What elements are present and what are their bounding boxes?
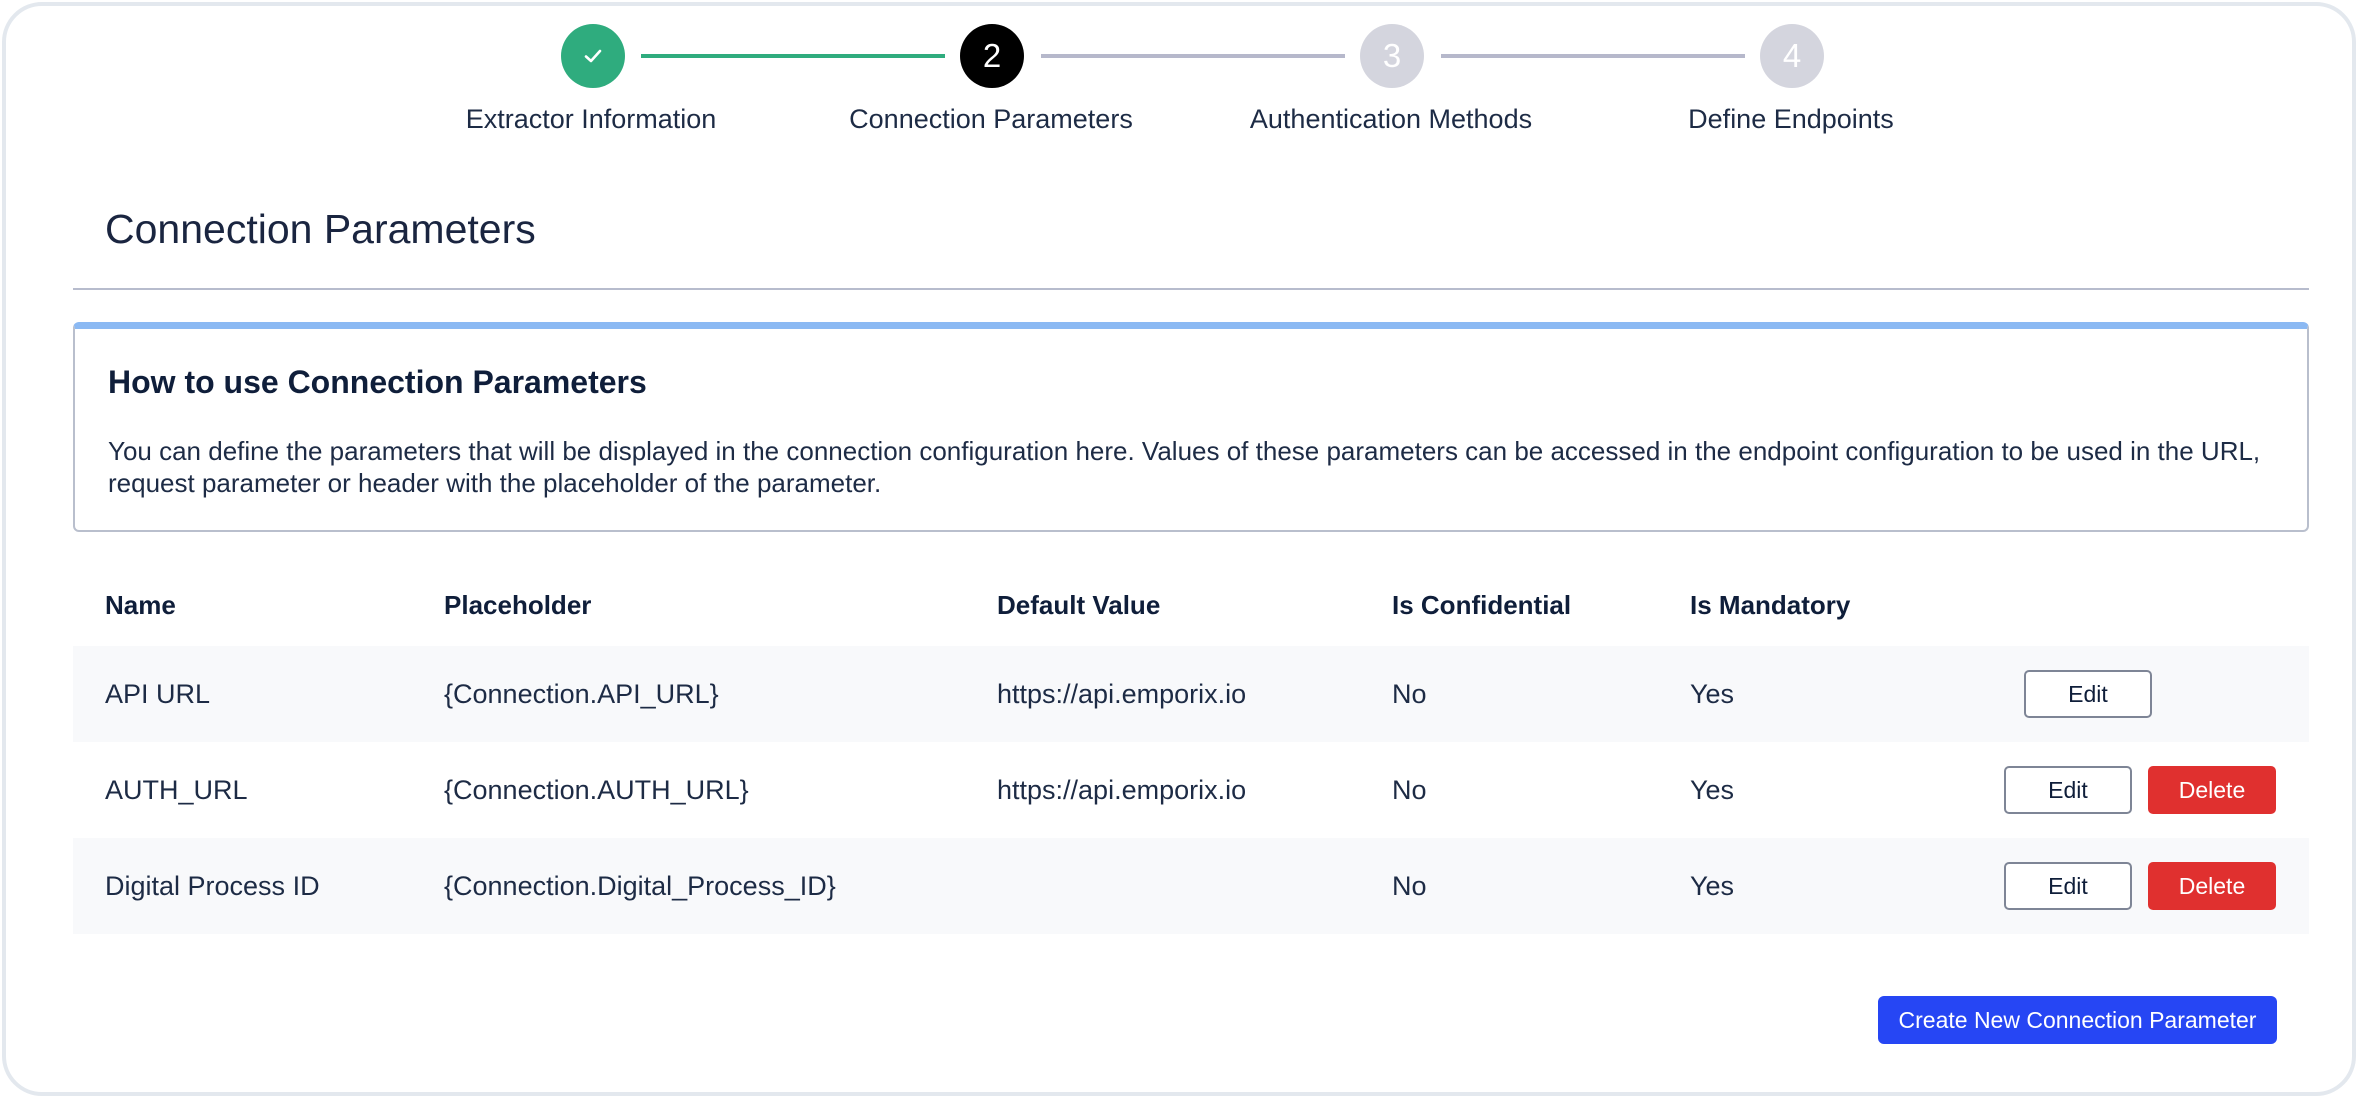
step-2-circle[interactable]: 2: [960, 24, 1024, 88]
cell-is-confidential: No: [1392, 775, 1427, 805]
table-row: API URL {Connection.API_URL} https://api…: [73, 646, 2309, 742]
title-divider: [73, 288, 2309, 290]
step-2-label: Connection Parameters: [849, 104, 1133, 134]
step-4-circle[interactable]: 4: [1760, 24, 1824, 88]
cell-placeholder: {Connection.Digital_Process_ID}: [444, 871, 836, 901]
header-placeholder: Placeholder: [444, 590, 592, 620]
cell-is-mandatory: Yes: [1690, 679, 1735, 709]
table-row: Digital Process ID {Connection.Digital_P…: [73, 838, 2309, 934]
delete-button[interactable]: Delete: [2148, 862, 2276, 910]
cell-is-mandatory: Yes: [1690, 871, 1735, 901]
cell-default-value: https://api.emporix.io: [997, 775, 1247, 805]
header-is-mandatory: Is Mandatory: [1690, 590, 1851, 620]
header-is-confidential: Is Confidential: [1392, 590, 1572, 620]
step-3-label: Authentication Methods: [1249, 104, 1533, 134]
cell-is-confidential: No: [1392, 679, 1427, 709]
info-box: How to use Connection Parameters You can…: [73, 322, 2309, 532]
edit-button[interactable]: Edit: [2024, 670, 2152, 718]
check-icon: [584, 49, 602, 63]
edit-button[interactable]: Edit: [2004, 766, 2132, 814]
step-connector-3: [1441, 54, 1745, 58]
table-row: AUTH_URL {Connection.AUTH_URL} https://a…: [73, 742, 2309, 838]
delete-button[interactable]: Delete: [2148, 766, 2276, 814]
cell-name: API URL: [105, 679, 211, 709]
create-connection-parameter-button[interactable]: Create New Connection Parameter: [1878, 996, 2277, 1044]
step-1-circle[interactable]: [561, 24, 625, 88]
cell-is-confidential: No: [1392, 871, 1427, 901]
stepper: 2 3 4 Extractor Information Connection P…: [0, 0, 2358, 150]
info-title: How to use Connection Parameters: [108, 364, 647, 400]
cell-placeholder: {Connection.API_URL}: [444, 679, 719, 709]
page-title: Connection Parameters: [105, 206, 536, 252]
step-connector-1: [641, 54, 945, 58]
header-default-value: Default Value: [997, 590, 1161, 620]
cell-default-value: https://api.emporix.io: [997, 679, 1247, 709]
cell-placeholder: {Connection.AUTH_URL}: [444, 775, 749, 805]
step-4-label: Define Endpoints: [1688, 104, 1894, 134]
cell-name: Digital Process ID: [105, 871, 320, 901]
step-connector-2: [1041, 54, 1345, 58]
step-3-circle[interactable]: 3: [1360, 24, 1424, 88]
cell-name: AUTH_URL: [105, 775, 248, 805]
edit-button[interactable]: Edit: [2004, 862, 2132, 910]
cell-is-mandatory: Yes: [1690, 775, 1735, 805]
info-text: You can define the parameters that will …: [108, 436, 2261, 498]
header-name: Name: [105, 590, 176, 620]
step-1-label: Extractor Information: [465, 104, 717, 134]
